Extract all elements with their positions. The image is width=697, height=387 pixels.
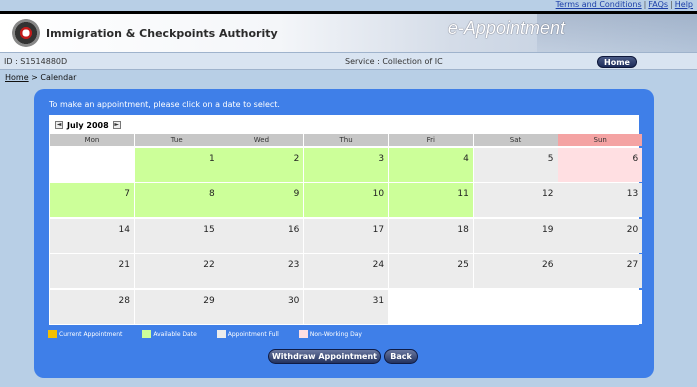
calendar-day-26: 26 [473,254,558,289]
id-bar: ID : S1514880D Service : Collection of I… [0,52,697,70]
legend-item: Available Date [142,330,197,338]
agency-name: Immigration & Checkpoints Authority [46,27,278,40]
calendar-day-1[interactable]: 1 [134,148,219,182]
service-label: Service : Collection of IC [345,57,443,66]
calendar-day-20: 20 [558,218,643,253]
calendar-day-22: 22 [134,254,219,289]
legend-label: Current Appointment [59,330,123,338]
calendar-day-14: 14 [50,218,134,253]
weekday-header-tue: Tue [134,134,219,146]
calendar-day-12: 12 [473,183,558,218]
legend-label: Non-Working Day [309,330,362,338]
calendar-day-24: 24 [304,254,389,289]
calendar-day-19: 19 [473,218,558,253]
calendar-day-31: 31 [304,289,389,324]
next-month-icon[interactable]: ► [112,121,121,129]
calendar-day-7[interactable]: 7 [50,183,134,218]
calendar-day-28: 28 [50,289,134,324]
legend-swatch [48,330,57,338]
calendar-day-18: 18 [388,218,473,253]
calendar-day-16: 16 [219,218,304,253]
weekday-header-fri: Fri [388,134,473,146]
weekday-header-thu: Thu [304,134,389,146]
calendar-panel: To make an appointment, please click on … [34,89,654,378]
top-links: Terms and Conditions | FAQs | Help [556,0,697,11]
faqs-link[interactable]: FAQs [648,0,668,9]
home-button[interactable]: Home [597,56,637,68]
weekday-header-wed: Wed [219,134,304,146]
breadcrumb-separator: > [31,73,38,82]
calendar-day-11[interactable]: 11 [388,183,473,218]
calendar: ◄ July 2008 ► Mon Tue Wed Thu Fri Sat Sun 1 2 3 4 5… [49,115,643,325]
ica-logo-icon [12,19,40,47]
help-link[interactable]: Help [675,0,693,9]
instruction-text: To make an appointment, please click on … [49,100,280,109]
calendar-day-13: 13 [558,183,643,218]
legend-label: Available Date [153,330,197,338]
link-separator: | [670,0,673,9]
calendar-empty-cell [388,289,473,324]
month-label: July 2008 [67,120,109,130]
withdraw-appointment-button[interactable]: Withdraw Appointment [268,349,381,364]
calendar-empty-cell [473,289,558,324]
prev-month-icon[interactable]: ◄ [55,121,63,129]
weekday-header-sun: Sun [558,134,643,146]
header: Immigration & Checkpoints Authority e-Ap… [0,14,697,52]
calendar-day-3[interactable]: 3 [304,148,389,182]
calendar-empty-cell [50,148,134,182]
calendar-day-6: 6 [558,148,643,182]
back-button[interactable]: Back [384,349,418,364]
calendar-day-30: 30 [219,289,304,324]
legend-item: Non-Working Day [298,330,362,338]
calendar-day-17: 17 [304,218,389,253]
calendar-day-15: 15 [134,218,219,253]
legend-swatch [142,330,152,338]
breadcrumb-home-link[interactable]: Home [5,73,29,82]
legend-item: Appointment Full [216,330,279,338]
calendar-day-23: 23 [219,254,304,289]
calendar-day-25: 25 [388,254,473,289]
calendar-day-5: 5 [473,148,558,182]
month-navigation: ◄ July 2008 ► [51,119,125,131]
weekday-header-mon: Mon [50,134,134,146]
calendar-day-9[interactable]: 9 [219,183,304,218]
calendar-day-8[interactable]: 8 [134,183,219,218]
legend-label: Appointment Full [227,330,279,338]
link-separator: | [643,0,647,9]
calendar-day-4[interactable]: 4 [388,148,473,182]
calendar-day-29: 29 [134,289,219,324]
calendar-empty-cell [558,289,643,324]
breadcrumb-current: Calendar [40,73,77,82]
calendar-day-2[interactable]: 2 [219,148,304,182]
calendar-day-21: 21 [50,254,134,289]
legend-swatch [298,330,308,338]
app-title: e-Appointment [447,18,565,38]
calendar-day-10[interactable]: 10 [304,183,389,218]
calendar-day-27: 27 [558,254,643,289]
user-id: ID : S1514880D [4,57,68,66]
weekday-header-sat: Sat [473,134,558,146]
terms-link[interactable]: Terms and Conditions [556,0,642,9]
legend-item: Current Appointment [48,330,122,338]
legend-swatch [216,330,226,338]
breadcrumb: Home > Calendar [5,73,76,82]
legend: Current Appointment Available Date Appoint… [48,330,382,338]
